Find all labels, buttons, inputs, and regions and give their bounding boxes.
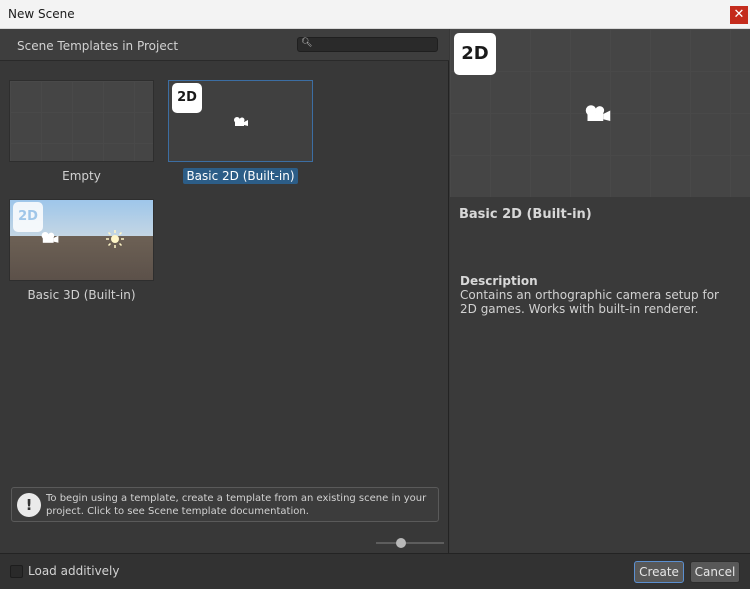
close-icon: ✕ xyxy=(733,7,745,22)
2d-badge: 2D xyxy=(172,83,202,113)
search-input[interactable] xyxy=(312,38,436,51)
template-thumbnail[interactable]: 2D xyxy=(168,80,313,162)
details-panel: 2D Basic 2D (Built-in) Description Conta… xyxy=(450,29,750,553)
info-icon: ! xyxy=(17,493,41,517)
load-additively-checkbox[interactable] xyxy=(10,565,23,578)
slider-track[interactable] xyxy=(376,542,444,544)
template-description: Contains an orthographic camera setup fo… xyxy=(460,288,719,316)
template-label: Basic 3D (Built-in) xyxy=(27,288,136,302)
templates-panel: Scene Templates in Project 🔍︎ Empty 2D B… xyxy=(0,29,449,553)
2d-badge: 2D xyxy=(454,33,496,75)
camera-icon xyxy=(234,117,248,126)
camera-icon xyxy=(41,232,59,243)
templates-header: Scene Templates in Project 🔍︎ xyxy=(0,29,449,61)
info-text[interactable]: To begin using a template, create a temp… xyxy=(46,492,436,518)
template-title: Basic 2D (Built-in) xyxy=(459,207,592,222)
window-title: New Scene xyxy=(8,7,75,21)
search-icon: 🔍︎ xyxy=(301,38,313,48)
sun-icon xyxy=(106,230,124,248)
template-preview: 2D xyxy=(450,29,750,197)
title-bar: New Scene ✕ xyxy=(0,0,750,29)
templates-heading: Scene Templates in Project xyxy=(17,39,179,53)
slider-handle[interactable] xyxy=(396,538,406,548)
template-label: Empty xyxy=(62,169,101,183)
cancel-button[interactable]: Cancel xyxy=(690,561,740,583)
load-additively-label[interactable]: Load additively xyxy=(28,564,119,578)
thumbnail-size-slider[interactable] xyxy=(376,537,444,549)
search-field[interactable]: 🔍︎ xyxy=(297,37,438,52)
template-info-box[interactable]: ! To begin using a template, create a te… xyxy=(11,487,439,522)
close-button[interactable]: ✕ xyxy=(730,6,748,24)
template-label: Basic 2D (Built-in) xyxy=(168,168,313,184)
dialog-footer: Load additively Create Cancel xyxy=(0,553,750,589)
template-thumbnail[interactable] xyxy=(9,80,154,162)
template-thumbnail[interactable]: 2D xyxy=(9,199,154,281)
create-button[interactable]: Create xyxy=(634,561,684,583)
2d-badge: 2D xyxy=(13,202,43,232)
description-label: Description xyxy=(460,274,538,288)
camera-icon xyxy=(585,105,611,121)
